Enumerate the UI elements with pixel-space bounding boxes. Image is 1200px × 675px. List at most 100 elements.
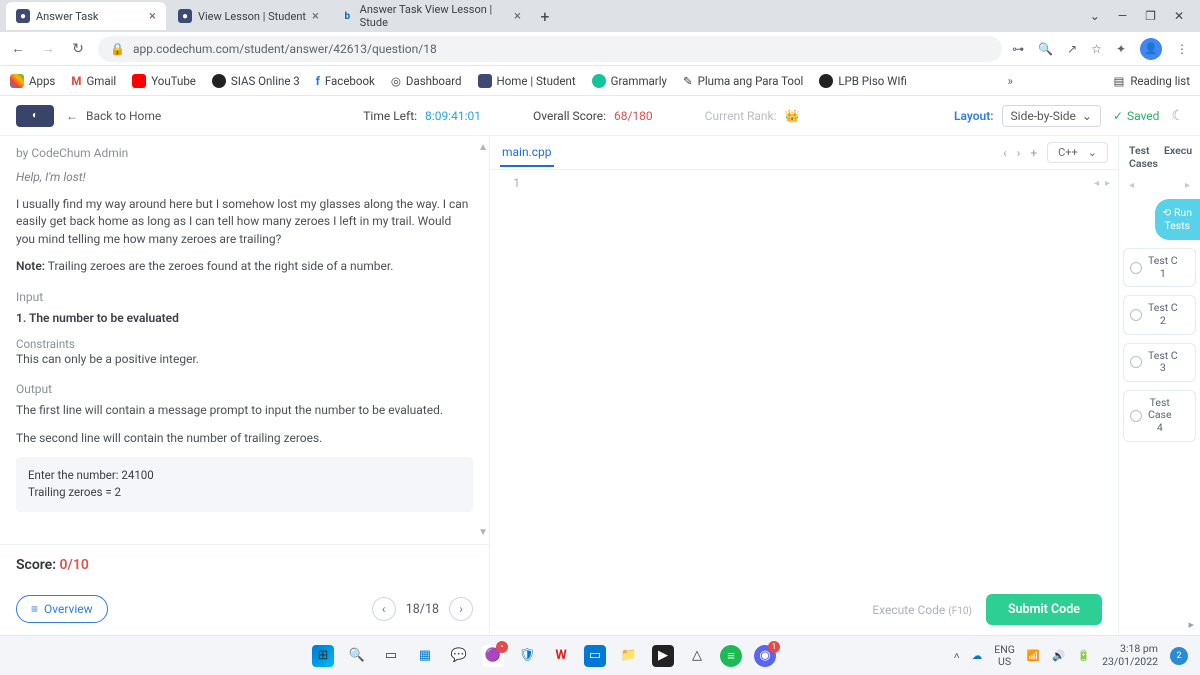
bookmark-dashboard[interactable]: ◎Dashboard — [391, 74, 462, 88]
problem-scroll[interactable]: ▲ by CodeChum Admin Help, I'm lost! I us… — [0, 136, 489, 544]
file-prev-icon[interactable]: ‹ — [1003, 146, 1007, 160]
language-select[interactable]: C++ ⌄ — [1047, 142, 1108, 163]
scroll-right-icon[interactable]: ▸ — [1188, 618, 1194, 631]
bookmark-lpb[interactable]: LPB Piso WIfi — [819, 74, 907, 88]
chevron-down-icon[interactable]: ⌄ — [1090, 9, 1100, 23]
language-indicator[interactable]: ENGUS — [994, 644, 1015, 667]
url-input[interactable]: 🔒 app.codechum.com/student/answer/42613/… — [98, 36, 1002, 62]
discord-icon[interactable]: ◉ — [754, 645, 776, 667]
back-icon[interactable]: ← — [8, 40, 28, 57]
dark-mode-toggle[interactable]: ☾ — [1171, 108, 1184, 124]
caret-left-icon[interactable]: ◂ — [1094, 178, 1099, 189]
bookmark-home-student[interactable]: Home | Student — [478, 74, 576, 88]
close-icon[interactable]: × — [149, 9, 156, 24]
run-tests-button[interactable]: ⟲ Run Tests — [1155, 199, 1200, 240]
close-icon[interactable]: × — [514, 9, 521, 24]
start-button[interactable]: ⊞ — [312, 645, 334, 667]
chat-icon[interactable]: 💬 — [448, 645, 470, 667]
restore-icon[interactable]: ❐ — [1145, 9, 1156, 23]
file-explorer-icon[interactable]: 📁 — [618, 645, 640, 667]
app-icon[interactable]: 🛡 — [516, 645, 538, 667]
close-icon[interactable]: × — [312, 9, 319, 24]
chevron-down-icon: ⌄ — [1088, 146, 1097, 159]
app-logo[interactable]: ◐ — [16, 105, 54, 127]
problem-score: Score: 0/10 — [0, 544, 489, 585]
app-icon[interactable]: W — [550, 645, 572, 667]
output-line-1: The first line will contain a message pr… — [16, 402, 473, 419]
drive-icon[interactable]: △ — [686, 645, 708, 667]
app-icon[interactable]: ▶ — [652, 645, 674, 667]
browser-tab-3[interactable]: b Answer Task View Lesson | Stude × — [331, 2, 531, 30]
spotify-icon[interactable]: ≡ — [720, 645, 742, 667]
task-view-icon[interactable]: ▭ — [380, 645, 402, 667]
layout-control: Layout: Side-by-Side ⌄ — [954, 105, 1101, 127]
browser-tab-strip: ● Answer Task × ● View Lesson | Student … — [0, 0, 1200, 32]
favicon-icon: b — [341, 9, 354, 23]
problem-pager: ‹ 18/18 › — [372, 597, 473, 621]
scroll-down-icon[interactable]: ▼ — [478, 527, 488, 538]
layout-select[interactable]: Side-by-Side ⌄ — [1002, 105, 1101, 127]
tray-chevron-icon[interactable]: ˄ — [954, 649, 960, 662]
taskbar-search-icon[interactable]: 🔍 — [346, 645, 368, 667]
test-case-1[interactable]: Test C1 — [1123, 248, 1196, 287]
test-case-2[interactable]: Test C2 — [1123, 295, 1196, 334]
new-tab-button[interactable]: + — [533, 7, 557, 26]
code-editor[interactable]: 1 ◂▸ — [490, 170, 1118, 584]
notifications-button[interactable]: 2 — [1170, 647, 1188, 665]
test-case-3[interactable]: Test C3 — [1123, 343, 1196, 382]
overview-button[interactable]: ≡ Overview — [16, 595, 108, 623]
test-cases-pane: Test CasesExecu ◂▸ ⟲ Run Tests Test C1 T… — [1118, 136, 1200, 635]
minimize-icon[interactable]: — — [1118, 9, 1127, 23]
app-icon[interactable]: 🟣 — [482, 645, 504, 667]
bookmark-sias[interactable]: SIAS Online 3 — [212, 74, 300, 88]
bookmark-gmail[interactable]: MGmail — [71, 74, 116, 88]
battery-icon[interactable]: 🔋 — [1077, 649, 1090, 662]
editor-tab-bar: main.cpp ‹ › + C++ ⌄ — [490, 136, 1118, 170]
bookmark-pluma[interactable]: ✎Pluma ang Para Tool — [683, 74, 803, 88]
test-case-4[interactable]: TestCase4 — [1123, 390, 1196, 442]
dashboard-icon: ◎ — [391, 74, 401, 88]
caret-right-icon[interactable]: ▸ — [1105, 178, 1110, 189]
file-tab-main[interactable]: main.cpp — [500, 139, 554, 167]
bookmark-apps[interactable]: Apps — [10, 74, 55, 88]
kebab-icon[interactable]: ⋮ — [1176, 42, 1188, 56]
bookmark-youtube[interactable]: YouTube — [132, 74, 196, 88]
browser-tab-1[interactable]: ● Answer Task × — [6, 2, 166, 30]
add-file-icon[interactable]: + — [1030, 146, 1037, 160]
reading-list-button[interactable]: ▤Reading list — [1113, 74, 1190, 88]
share-icon[interactable]: ↗ — [1067, 42, 1077, 56]
execute-code-button[interactable]: Execute Code (F10) — [872, 603, 972, 617]
scroll-up-icon[interactable]: ▲ — [478, 142, 488, 153]
app-icon[interactable]: ▭ — [584, 645, 606, 667]
editor-body[interactable]: ◂▸ — [530, 170, 1118, 584]
reload-icon[interactable]: ↻ — [68, 41, 88, 57]
key-icon[interactable]: ⊶ — [1012, 42, 1024, 56]
menu-icon: ≡ — [31, 602, 38, 616]
profile-avatar[interactable]: 👤 — [1140, 38, 1162, 60]
widgets-icon[interactable]: ▦ — [414, 645, 436, 667]
bookmark-facebook[interactable]: fFacebook — [316, 74, 375, 88]
window-close-icon[interactable]: ✕ — [1174, 9, 1184, 23]
taskbar-clock[interactable]: 3:18 pm23/01/2022 — [1102, 643, 1158, 668]
file-next-icon[interactable]: › — [1017, 146, 1021, 160]
forward-icon[interactable]: → — [38, 40, 58, 57]
puzzle-icon[interactable]: ✦ — [1116, 42, 1126, 56]
constraints-label: Constraints — [16, 337, 473, 351]
star-icon[interactable]: ☆ — [1091, 42, 1102, 56]
arrow-left-icon: ← — [66, 109, 78, 123]
volume-icon[interactable]: 🔊 — [1052, 649, 1065, 662]
editor-gutter: 1 — [490, 170, 530, 584]
bookmarks-overflow[interactable]: » — [1007, 74, 1012, 88]
back-to-home-link[interactable]: ← Back to Home — [66, 109, 161, 123]
pager-prev-button[interactable]: ‹ — [372, 597, 396, 621]
onedrive-icon[interactable]: ☁ — [972, 649, 983, 662]
bookmark-grammarly[interactable]: Grammarly — [592, 74, 667, 88]
app-header: ◐ ← Back to Home Time Left: 8:09:41:01 O… — [0, 96, 1200, 136]
submit-code-button[interactable]: Submit Code — [986, 594, 1102, 625]
favicon-icon: ● — [178, 9, 192, 23]
search-icon[interactable]: 🔍 — [1038, 42, 1053, 56]
browser-tab-2[interactable]: ● View Lesson | Student × — [168, 2, 329, 30]
windows-taskbar: ⊞ 🔍 ▭ ▦ 💬 🟣 🛡 W ▭ 📁 ▶ △ ≡ ◉ ˄ ☁ ENGUS 📶 … — [0, 635, 1200, 675]
pager-next-button[interactable]: › — [449, 597, 473, 621]
wifi-icon[interactable]: 📶 — [1027, 649, 1040, 662]
